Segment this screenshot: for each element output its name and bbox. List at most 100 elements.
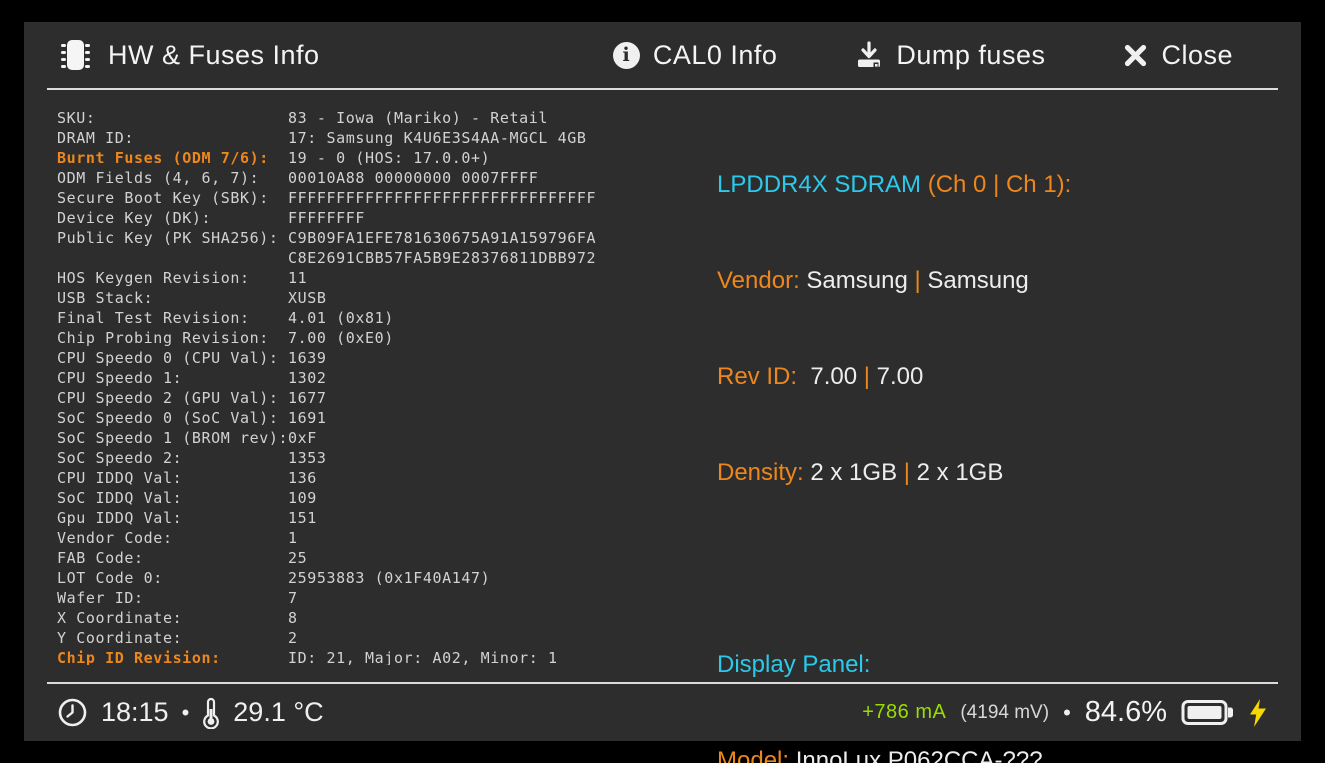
hw-fuses-panel: HW & Fuses Info i CAL0 Info Dump fuses bbox=[24, 22, 1301, 741]
dump-fuses-label: Dump fuses bbox=[896, 40, 1045, 71]
fuse-label: SoC IDDQ Val: bbox=[57, 488, 288, 508]
fuse-row-public-key-2: C8E2691CBB57FA5B9E28376811DBB972 bbox=[57, 248, 697, 268]
fuse-value: 25 bbox=[288, 548, 307, 568]
status-bar: 18:15 • 29.1 °C +786 mA (4194 mV) • 84.6… bbox=[57, 684, 1268, 741]
fuse-row-public-key: Public Key (PK SHA256):C9B09FA1EFE781630… bbox=[57, 228, 697, 248]
fuse-label: Burnt Fuses (ODM 7/6): bbox=[57, 148, 288, 168]
fuse-label: Y Coordinate: bbox=[57, 628, 288, 648]
fuse-row-dram-id: DRAM ID:17: Samsung K4U6E3S4AA-MGCL 4GB bbox=[57, 128, 697, 148]
fuse-label: Device Key (DK): bbox=[57, 208, 288, 228]
fuse-label: SoC Speedo 2: bbox=[57, 448, 288, 468]
fuse-value: XUSB bbox=[288, 288, 327, 308]
sdram-section-title: LPDDR4X SDRAM (Ch 0 | Ch 1): bbox=[717, 169, 1277, 201]
dump-fuses-button[interactable]: Dump fuses bbox=[855, 40, 1045, 71]
fuse-row-sku: SKU:83 - Iowa (Mariko) - Retail bbox=[57, 108, 697, 128]
sdram-rev-id: Rev ID: 7.00 | 7.00 bbox=[717, 361, 1277, 393]
status-left-group: 18:15 • 29.1 °C bbox=[57, 696, 324, 729]
info-icon: i bbox=[613, 42, 640, 69]
fuse-row-usb-stack: USB Stack:XUSB bbox=[57, 288, 697, 308]
fuse-value: 2 bbox=[288, 628, 298, 648]
fuse-value: C9B09FA1EFE781630675A91A159796FA bbox=[288, 228, 596, 248]
cal0-info-label: CAL0 Info bbox=[653, 40, 778, 71]
battery-current: +786 mA bbox=[862, 701, 946, 724]
fuse-row-sbk: Secure Boot Key (SBK):FFFFFFFFFFFFFFFFFF… bbox=[57, 188, 697, 208]
status-temperature: 29.1 °C bbox=[233, 697, 323, 728]
status-dot: • bbox=[182, 700, 190, 726]
fuse-label: CPU Speedo 2 (GPU Val): bbox=[57, 388, 288, 408]
fuse-value: 4.01 (0x81) bbox=[288, 308, 394, 328]
fuse-value: 00010A88 00000000 0007FFFF bbox=[288, 168, 538, 188]
fuse-label: HOS Keygen Revision: bbox=[57, 268, 288, 288]
fuse-label: CPU Speedo 0 (CPU Val): bbox=[57, 348, 288, 368]
battery-voltage: (4194 mV) bbox=[960, 702, 1049, 724]
section-spacer bbox=[717, 553, 1277, 585]
fuse-row-soc-speedo-0: SoC Speedo 0 (SoC Val):1691 bbox=[57, 408, 697, 428]
status-time: 18:15 bbox=[101, 697, 169, 728]
fuse-row-soc-speedo-1: SoC Speedo 1 (BROM rev):0xF bbox=[57, 428, 697, 448]
close-button[interactable]: Close bbox=[1123, 40, 1233, 71]
fuse-row-gpu-iddq: Gpu IDDQ Val:151 bbox=[57, 508, 697, 528]
fuse-label: DRAM ID: bbox=[57, 128, 288, 148]
fuse-row-device-key: Device Key (DK):FFFFFFFF bbox=[57, 208, 697, 228]
fuse-label: Chip Probing Revision: bbox=[57, 328, 288, 348]
fuse-label: SoC Speedo 1 (BROM rev): bbox=[57, 428, 288, 448]
fuse-value: 1677 bbox=[288, 388, 327, 408]
fuse-row-soc-iddq: SoC IDDQ Val:109 bbox=[57, 488, 697, 508]
fuse-value: 17: Samsung K4U6E3S4AA-MGCL 4GB bbox=[288, 128, 587, 148]
sdram-vendor: Vendor: Samsung | Samsung bbox=[717, 265, 1277, 297]
fuse-value: 1639 bbox=[288, 348, 327, 368]
fuse-value: 83 - Iowa (Mariko) - Retail bbox=[288, 108, 548, 128]
fuse-row-cpu-speedo-0: CPU Speedo 0 (CPU Val):1639 bbox=[57, 348, 697, 368]
fuse-label: X Coordinate: bbox=[57, 608, 288, 628]
close-icon bbox=[1123, 43, 1148, 68]
chip-icon bbox=[57, 35, 93, 75]
fuse-value: 25953883 (0x1F40A147) bbox=[288, 568, 490, 588]
fuse-row-cpu-iddq: CPU IDDQ Val:136 bbox=[57, 468, 697, 488]
header-bar: HW & Fuses Info i CAL0 Info Dump fuses bbox=[24, 22, 1301, 88]
fuse-value: 151 bbox=[288, 508, 317, 528]
fuse-row-chip-id-revision: Chip ID Revision:ID: 21, Major: A02, Min… bbox=[57, 648, 697, 665]
fuse-label: CPU IDDQ Val: bbox=[57, 468, 288, 488]
cal0-info-button[interactable]: i CAL0 Info bbox=[613, 40, 778, 71]
fuse-row-burnt-fuses: Burnt Fuses (ODM 7/6):19 - 0 (HOS: 17.0.… bbox=[57, 148, 697, 168]
fuse-value: 11 bbox=[288, 268, 307, 288]
fuse-row-vendor-code: Vendor Code:1 bbox=[57, 528, 697, 548]
fuse-row-lot-code: LOT Code 0:25953883 (0x1F40A147) bbox=[57, 568, 697, 588]
header-separator bbox=[47, 88, 1278, 90]
fuse-row-wafer-id: Wafer ID:7 bbox=[57, 588, 697, 608]
battery-percent: 84.6% bbox=[1085, 696, 1167, 729]
status-dot: • bbox=[1063, 700, 1071, 726]
fuse-label: SoC Speedo 0 (SoC Val): bbox=[57, 408, 288, 428]
charging-bolt-icon bbox=[1248, 698, 1268, 728]
thermometer-icon bbox=[202, 696, 220, 729]
fuse-label: SKU: bbox=[57, 108, 288, 128]
display-panel-title: Display Panel: bbox=[717, 649, 1277, 681]
fuse-row-final-test: Final Test Revision:4.01 (0x81) bbox=[57, 308, 697, 328]
close-label: Close bbox=[1161, 40, 1233, 71]
fuse-value: FFFFFFFF bbox=[288, 208, 365, 228]
fuse-label: ODM Fields (4, 6, 7): bbox=[57, 168, 288, 188]
fuse-row-y-coordinate: Y Coordinate:2 bbox=[57, 628, 697, 648]
fuse-label: Gpu IDDQ Val: bbox=[57, 508, 288, 528]
fuse-label: CPU Speedo 1: bbox=[57, 368, 288, 388]
download-icon bbox=[855, 41, 883, 69]
fuse-row-fab-code: FAB Code:25 bbox=[57, 548, 697, 568]
fuse-value: 7 bbox=[288, 588, 298, 608]
hardware-info-panel: LPDDR4X SDRAM (Ch 0 | Ch 1): Vendor: Sam… bbox=[717, 105, 1277, 763]
fuse-value: 136 bbox=[288, 468, 317, 488]
fuse-row-x-coordinate: X Coordinate:8 bbox=[57, 608, 697, 628]
fuse-label: USB Stack: bbox=[57, 288, 288, 308]
screen: HW & Fuses Info i CAL0 Info Dump fuses bbox=[0, 0, 1325, 763]
fuse-info-list: SKU:83 - Iowa (Mariko) - Retail DRAM ID:… bbox=[57, 108, 697, 665]
fuse-value: 1302 bbox=[288, 368, 327, 388]
header-title-group: HW & Fuses Info bbox=[57, 35, 320, 75]
fuse-label: Chip ID Revision: bbox=[57, 648, 288, 665]
fuse-row-hos-keygen: HOS Keygen Revision:11 bbox=[57, 268, 697, 288]
fuse-value: 1 bbox=[288, 528, 298, 548]
fuse-label: Vendor Code: bbox=[57, 528, 288, 548]
fuse-label: Wafer ID: bbox=[57, 588, 288, 608]
fuse-label: Public Key (PK SHA256): bbox=[57, 228, 288, 248]
fuse-value: C8E2691CBB57FA5B9E28376811DBB972 bbox=[288, 248, 596, 268]
fuse-value: 8 bbox=[288, 608, 298, 628]
fuse-row-cpu-speedo-1: CPU Speedo 1:1302 bbox=[57, 368, 697, 388]
